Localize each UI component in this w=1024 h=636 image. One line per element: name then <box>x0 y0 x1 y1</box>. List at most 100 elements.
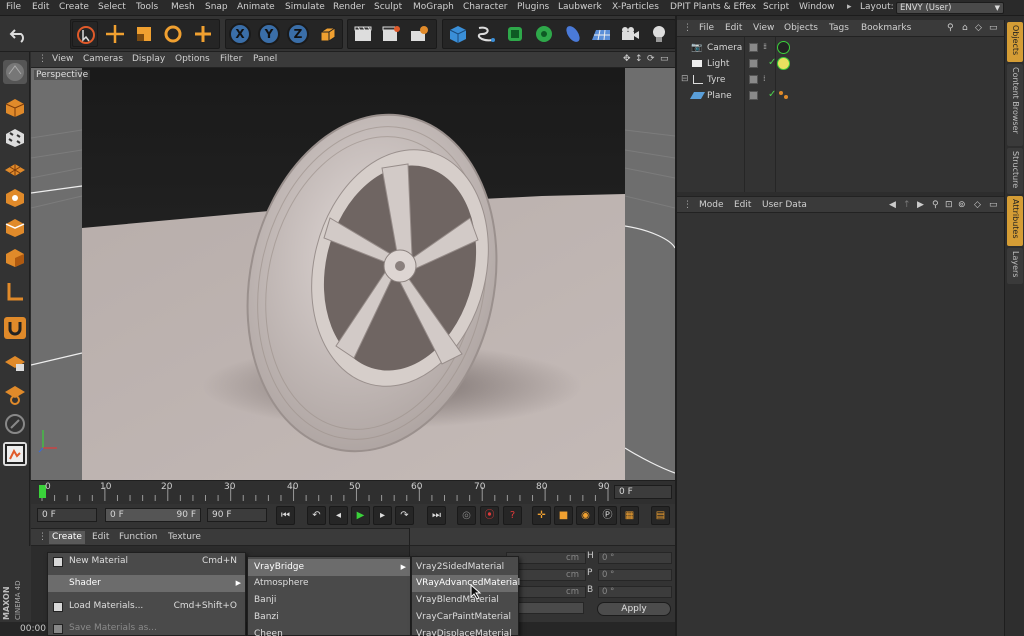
subdivision-button[interactable] <box>502 21 528 47</box>
object-row-tyre[interactable]: ⊟ Tyre ⁞ <box>677 72 1004 88</box>
viewport-menu-display[interactable]: Display <box>132 54 165 64</box>
start-frame-field[interactable]: 0 F <box>37 508 97 522</box>
enabled-check-icon[interactable]: ✓ <box>768 89 776 100</box>
tab-structure[interactable]: Structure <box>1007 148 1023 194</box>
menu-script[interactable]: Script <box>763 2 789 12</box>
material-menu-edit[interactable]: Edit <box>92 532 109 542</box>
goto-end-button[interactable]: ⏭ <box>427 506 446 525</box>
rotate-view-icon[interactable]: ⟳ <box>647 54 655 64</box>
object-row-light[interactable]: Light ✓ <box>677 56 1004 72</box>
viewport-menu-options[interactable]: Options <box>175 54 210 64</box>
keyframe-selection-button[interactable]: ? <box>503 506 522 525</box>
menu-window[interactable]: Window <box>799 2 835 12</box>
menu-item-banji[interactable]: Banji <box>248 592 410 609</box>
viewport[interactable]: Perspective <box>31 68 675 480</box>
menu-item-new-material[interactable]: New Material Cmd+N <box>48 553 245 570</box>
z-axis-button[interactable]: Z <box>287 23 309 45</box>
visibility-toggle[interactable] <box>749 43 758 52</box>
b-field[interactable]: 0 ° <box>598 586 672 598</box>
undo-button[interactable] <box>6 21 32 47</box>
viewport-menu-filter[interactable]: Filter <box>220 54 242 64</box>
prev-frame-button[interactable]: ◂ <box>329 506 348 525</box>
next-key-button[interactable]: ↷ <box>395 506 414 525</box>
object-menu-edit[interactable]: Edit <box>725 23 742 33</box>
back-arrow-icon[interactable]: ◀ <box>889 200 896 210</box>
menu-simulate[interactable]: Simulate <box>285 2 325 12</box>
object-menu-view[interactable]: View <box>753 23 774 33</box>
object-menu-objects[interactable]: Objects <box>784 23 818 33</box>
visibility-toggle[interactable] <box>749 59 758 68</box>
light-button[interactable] <box>646 21 672 47</box>
timeline-ruler[interactable] <box>39 483 611 503</box>
render-settings-button[interactable] <box>406 21 432 47</box>
cube-button[interactable] <box>445 21 471 47</box>
object-row-camera[interactable]: 📷 Camera ⁞⁞ <box>677 40 1004 56</box>
tab-attributes[interactable]: Attributes <box>1007 196 1023 246</box>
menu-item-atmosphere[interactable]: Atmosphere <box>248 575 410 592</box>
texture-mode-button[interactable] <box>3 126 27 150</box>
menu-render[interactable]: Render <box>333 2 365 12</box>
tab-content-browser[interactable]: Content Browser <box>1007 64 1023 146</box>
p-field[interactable]: 0 ° <box>598 569 672 581</box>
menu-item-vrayadvanced[interactable]: VRayAdvancedMaterial <box>412 575 520 592</box>
key-pla-button[interactable]: ▦ <box>620 506 639 525</box>
autokey-button[interactable]: ⦿ <box>480 506 499 525</box>
menu-item-vrayblend[interactable]: VrayBlendMaterial <box>412 592 518 609</box>
move-button[interactable] <box>102 21 128 47</box>
live-selection-button[interactable] <box>72 21 98 47</box>
new-view-icon[interactable]: ◇ <box>974 200 981 210</box>
expand-icon[interactable]: ⊟ <box>681 74 689 84</box>
material-menu-create[interactable]: Create <box>49 531 85 544</box>
menu-item-vray2sided[interactable]: Vray2SidedMaterial <box>412 559 518 576</box>
tab-layers[interactable]: Layers <box>1007 248 1023 284</box>
key-param-button[interactable]: Ⓟ <box>598 506 617 525</box>
quantize-button[interactable] <box>3 412 27 436</box>
camera-tag-icon[interactable] <box>777 41 790 54</box>
layer-dots-icon[interactable]: ⁞ <box>763 74 765 83</box>
points-mode-button[interactable] <box>3 186 27 210</box>
toggle-view-icon[interactable]: ▭ <box>660 54 669 64</box>
key-scale-button[interactable]: ■ <box>554 506 573 525</box>
locked-workplane-button[interactable] <box>3 350 27 374</box>
next-frame-button[interactable]: ▸ <box>373 506 392 525</box>
cloner-button[interactable] <box>531 21 557 47</box>
pen-spline-button[interactable] <box>473 21 499 47</box>
attr-menu-mode[interactable]: Mode <box>699 200 724 210</box>
object-menu-tags[interactable]: Tags <box>829 23 849 33</box>
model-mode-button[interactable] <box>3 96 27 120</box>
up-arrow-icon[interactable]: ↑ <box>903 200 911 210</box>
zoom-view-icon[interactable]: ↕ <box>635 54 643 64</box>
attr-menu-edit[interactable]: Edit <box>734 200 751 210</box>
settings-icon[interactable]: ⊚ <box>958 200 966 210</box>
coordinate-system-button[interactable] <box>315 21 341 47</box>
search-icon[interactable]: ⚲ <box>947 23 954 33</box>
make-editable-button[interactable] <box>3 60 27 84</box>
menu-character[interactable]: Character <box>463 2 507 12</box>
menu-item-cheen[interactable]: Cheen <box>248 626 410 636</box>
object-menu-bookmarks[interactable]: Bookmarks <box>861 23 911 33</box>
rotate-button[interactable] <box>160 21 186 47</box>
menu-plugins[interactable]: Plugins <box>517 2 549 12</box>
workplane-button[interactable] <box>3 156 27 180</box>
material-tag-icon[interactable] <box>779 91 783 95</box>
search-icon[interactable]: ⚲ <box>932 200 939 210</box>
play-button[interactable]: ▶ <box>351 506 370 525</box>
menu-item-shader[interactable]: Shader ▶ <box>48 575 245 592</box>
camera-button[interactable] <box>617 21 643 47</box>
lock-icon[interactable]: ⊡ <box>945 200 953 210</box>
prev-key-button[interactable]: ↶ <box>307 506 326 525</box>
layer-dots-icon[interactable]: ⁞⁞ <box>763 42 767 51</box>
deformer-button[interactable] <box>560 21 586 47</box>
polygons-mode-button[interactable] <box>3 246 27 270</box>
key-rotation-button[interactable]: ◉ <box>576 506 595 525</box>
floor-button[interactable] <box>588 21 614 47</box>
timeline-window-button[interactable]: ▤ <box>651 506 670 525</box>
menu-select[interactable]: Select <box>98 2 126 12</box>
menu-item-banzi[interactable]: Banzi <box>248 609 410 626</box>
material-menu-function[interactable]: Function <box>119 532 157 542</box>
add-button[interactable] <box>190 21 216 47</box>
end-frame-field[interactable]: 90 F <box>207 508 267 522</box>
edges-mode-button[interactable] <box>3 216 27 240</box>
x-axis-button[interactable]: X <box>229 23 251 45</box>
toggle-view-icon[interactable]: ▭ <box>989 200 998 210</box>
